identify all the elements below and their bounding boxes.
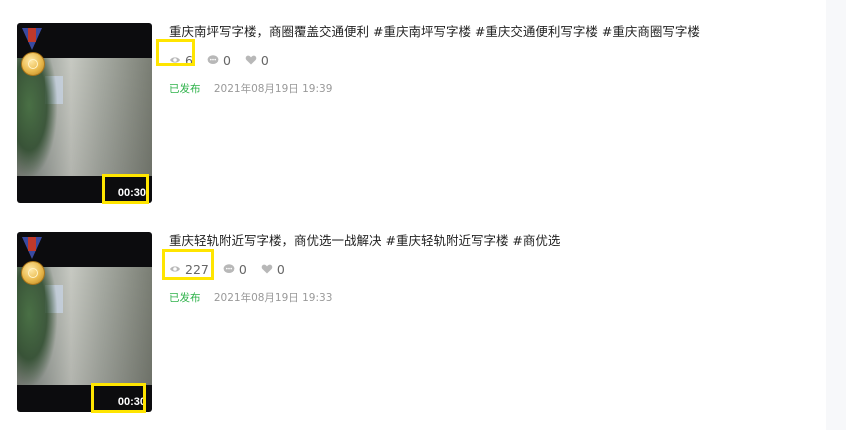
thumbnail-scene bbox=[17, 58, 152, 176]
video-title[interactable]: 重庆南坪写字楼，商圈覆盖交通便利 #重庆南坪写字楼 #重庆交通便利写字楼 #重庆… bbox=[169, 23, 809, 41]
medal-ribbon-icon bbox=[22, 237, 42, 259]
publish-meta: 已发布 2021年08月19日 19:33 bbox=[169, 291, 332, 305]
comments-stat: 0 bbox=[223, 262, 247, 277]
likes-stat: 0 bbox=[245, 53, 269, 68]
video-title[interactable]: 重庆轻轨附近写字楼，商优选一战解决 #重庆轻轨附近写字楼 #商优选 bbox=[169, 232, 809, 250]
publish-date: 2021年08月19日 19:33 bbox=[213, 292, 333, 304]
thumbnail-scene bbox=[17, 267, 152, 385]
comments-stat: 0 bbox=[207, 53, 231, 68]
comments-count: 0 bbox=[222, 52, 231, 68]
status-badge: 已发布 bbox=[169, 292, 201, 304]
heart-icon bbox=[261, 264, 273, 274]
likes-count: 0 bbox=[260, 52, 269, 68]
heart-icon bbox=[245, 55, 257, 65]
likes-stat: 0 bbox=[261, 262, 285, 277]
status-badge: 已发布 bbox=[169, 83, 201, 95]
comments-count: 0 bbox=[238, 261, 247, 277]
medal-icon bbox=[21, 52, 45, 76]
publish-meta: 已发布 2021年08月19日 19:39 bbox=[169, 82, 332, 96]
views-highlight bbox=[156, 39, 195, 66]
comment-bubble-icon bbox=[223, 264, 235, 273]
video-list-item[interactable]: 00:30 重庆南坪写字楼，商圈覆盖交通便利 #重庆南坪写字楼 #重庆交通便利写… bbox=[0, 23, 826, 204]
medal-ribbon-icon bbox=[22, 28, 42, 50]
right-rail bbox=[826, 0, 846, 430]
views-highlight bbox=[162, 249, 214, 280]
duration-highlight bbox=[102, 174, 149, 204]
duration-highlight bbox=[91, 383, 146, 413]
publish-date: 2021年08月19日 19:39 bbox=[213, 83, 333, 95]
comment-bubble-icon bbox=[207, 55, 219, 64]
medal-icon bbox=[21, 261, 45, 285]
video-list-item[interactable]: 00:30 重庆轻轨附近写字楼，商优选一战解决 #重庆轻轨附近写字楼 #商优选 … bbox=[0, 232, 826, 413]
likes-count: 0 bbox=[276, 261, 285, 277]
